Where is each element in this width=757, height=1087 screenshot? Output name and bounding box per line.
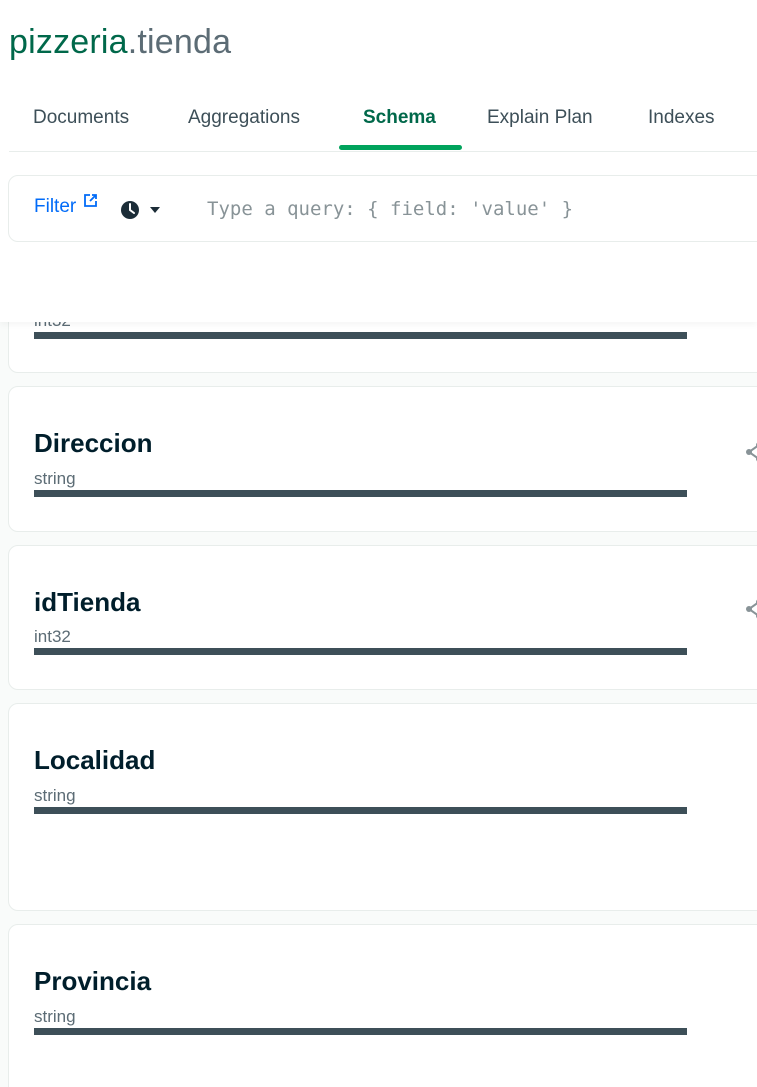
schema-page: int32 Direccion string idTienda int32 Lo… (0, 0, 757, 1087)
type-distribution-bar[interactable] (34, 490, 687, 497)
query-input[interactable] (195, 188, 755, 230)
tab-aggregations[interactable]: Aggregations (188, 96, 300, 150)
field-type: int32 (34, 627, 71, 646)
field-name: Direccion (34, 428, 153, 458)
tab-schema[interactable]: Schema (363, 96, 436, 150)
filter-label: Filter (34, 196, 77, 217)
field-card-direccion: Direccion string (8, 386, 757, 532)
external-link-icon (84, 194, 97, 207)
collection-tabs: Documents Aggregations Schema Explain Pl… (9, 96, 757, 152)
type-distribution-bar[interactable] (34, 648, 687, 655)
tab-indexes[interactable]: Indexes (648, 96, 715, 150)
database-name: pizzeria (9, 23, 128, 61)
active-tab-indicator (339, 145, 462, 150)
field-card-idtienda: idTienda int32 (8, 545, 757, 690)
collection-title: pizzeria.tienda (9, 20, 231, 64)
collection-header: pizzeria.tienda Documents Aggregations S… (0, 0, 757, 322)
type-distribution-bar[interactable] (34, 332, 687, 339)
collection-name: .tienda (127, 23, 232, 61)
tab-explain-plan[interactable]: Explain Plan (487, 96, 593, 150)
field-type: string (34, 469, 76, 488)
field-type: string (34, 1007, 76, 1026)
field-card-provincia: Provincia string (8, 924, 757, 1087)
field-name: Provincia (34, 966, 152, 996)
field-name: Localidad (34, 745, 156, 775)
field-name: idTienda (34, 587, 141, 617)
share-icon[interactable] (745, 598, 757, 620)
field-card-localidad: Localidad string (8, 703, 757, 911)
tab-documents[interactable]: Documents (33, 96, 129, 150)
type-distribution-bar[interactable] (34, 1028, 687, 1035)
query-bar: Filter (8, 175, 757, 242)
field-type: string (34, 786, 76, 805)
query-history-icon[interactable] (121, 199, 165, 221)
chevron-down-icon (150, 207, 160, 213)
type-distribution-bar[interactable] (34, 807, 687, 814)
filter-link[interactable]: Filter (34, 194, 97, 218)
share-icon[interactable] (745, 441, 757, 463)
